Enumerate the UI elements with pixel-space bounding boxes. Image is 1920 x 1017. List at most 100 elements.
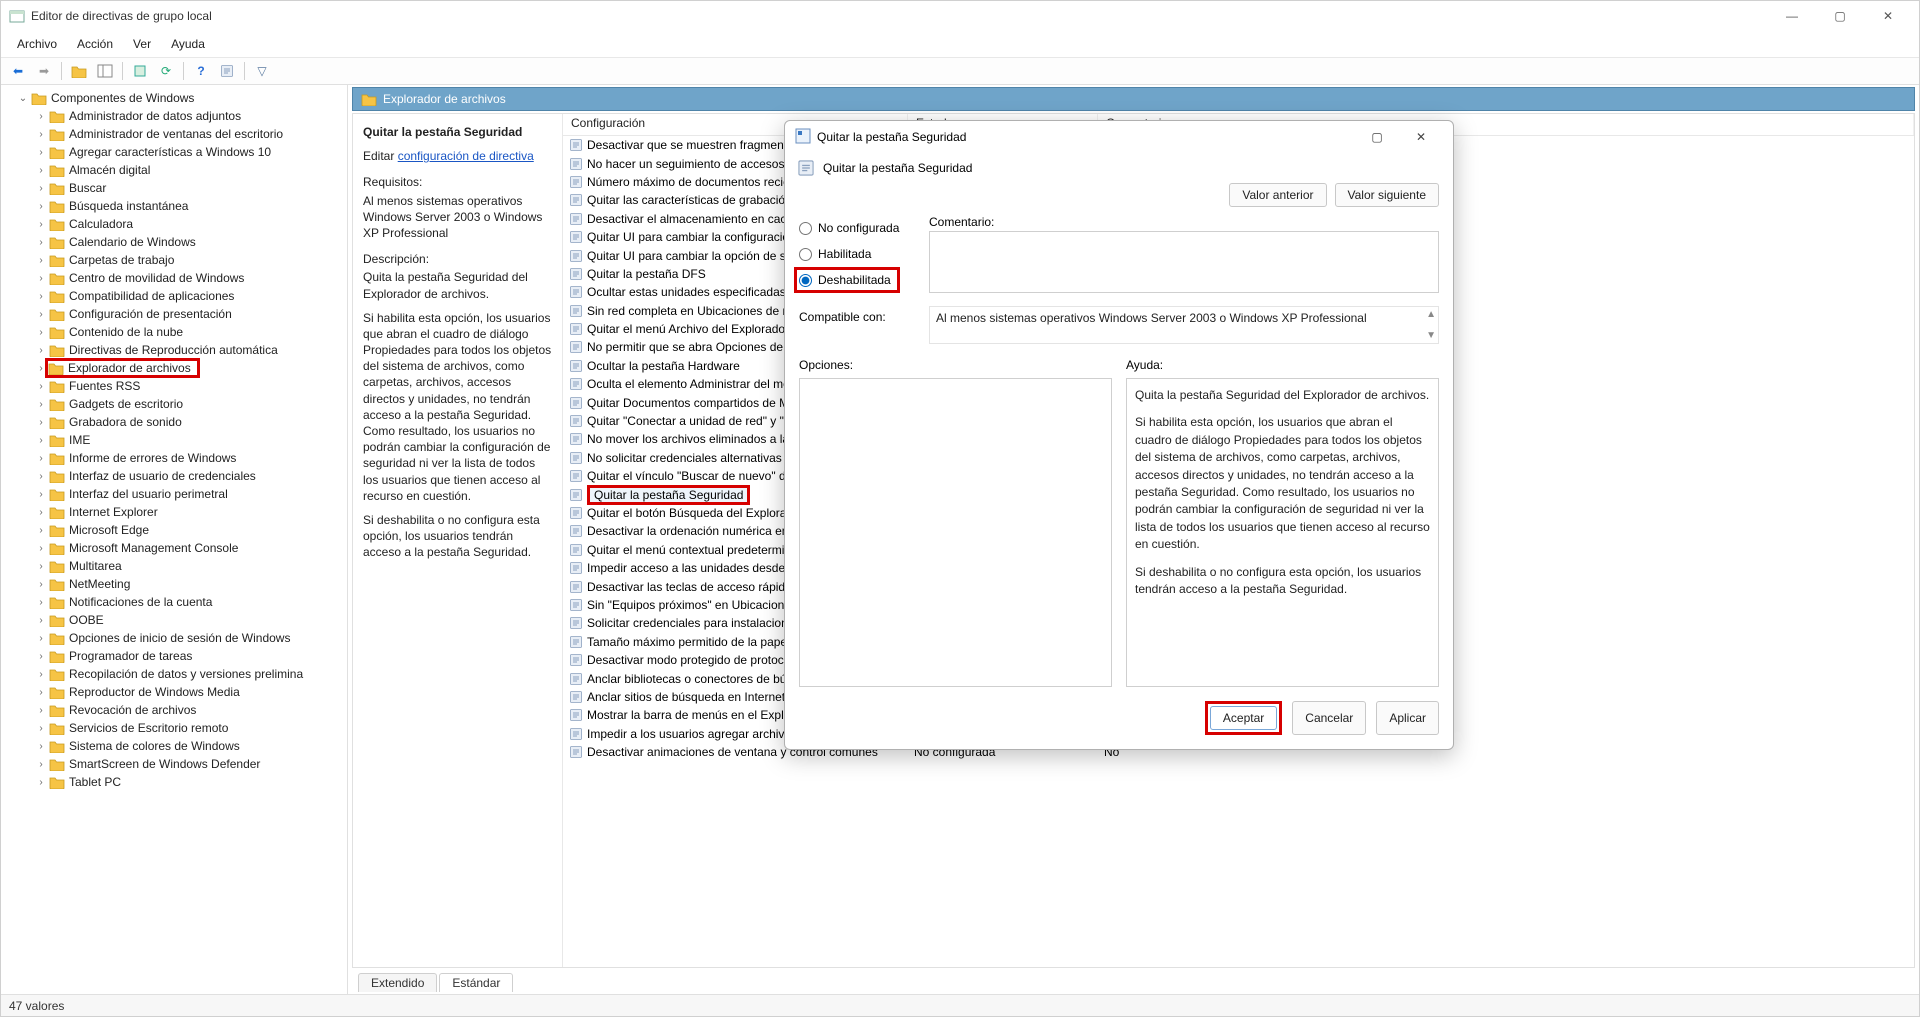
tree-item[interactable]: ›Búsqueda instantánea [1, 197, 347, 215]
expand-icon[interactable]: › [35, 543, 47, 554]
expand-icon[interactable]: › [35, 597, 47, 608]
radio-enabled[interactable]: Habilitada [799, 241, 909, 267]
expand-icon[interactable]: › [35, 525, 47, 536]
next-setting-button[interactable]: Valor siguiente [1335, 183, 1440, 207]
tree-item[interactable]: ›OOBE [1, 611, 347, 629]
expand-icon[interactable]: › [35, 741, 47, 752]
tree-item[interactable]: ›IME [1, 431, 347, 449]
expand-icon[interactable]: › [35, 651, 47, 662]
dialog-maximize-button[interactable]: ▢ [1355, 123, 1399, 151]
tab-standard[interactable]: Estándar [439, 973, 513, 992]
expand-icon[interactable]: › [35, 417, 47, 428]
tree-item[interactable]: ›Contenido de la nube [1, 323, 347, 341]
tree-root[interactable]: ⌄ Componentes de Windows [1, 89, 347, 107]
tree-item[interactable]: ›Internet Explorer [1, 503, 347, 521]
expand-icon[interactable]: › [35, 237, 47, 248]
menu-acción[interactable]: Acción [69, 35, 121, 53]
tree-item[interactable]: ›Interfaz de usuario de credenciales [1, 467, 347, 485]
tree-item[interactable]: ›Explorador de archivos [1, 359, 347, 377]
expand-icon[interactable]: › [35, 471, 47, 482]
menu-ver[interactable]: Ver [125, 35, 159, 53]
expand-icon[interactable]: › [35, 183, 47, 194]
expand-icon[interactable]: › [35, 345, 47, 356]
radio-not-configured[interactable]: No configurada [799, 215, 909, 241]
tree-item[interactable]: ›Programador de tareas [1, 647, 347, 665]
tree-item[interactable]: ›Recopilación de datos y versiones preli… [1, 665, 347, 683]
collapse-icon[interactable]: ⌄ [17, 93, 29, 104]
tree-item[interactable]: ›Fuentes RSS [1, 377, 347, 395]
cancel-button[interactable]: Cancelar [1292, 701, 1366, 735]
dialog-close-button[interactable]: ✕ [1399, 123, 1443, 151]
expand-icon[interactable]: › [35, 111, 47, 122]
tree-item[interactable]: ›Multitarea [1, 557, 347, 575]
expand-icon[interactable]: › [35, 669, 47, 680]
tree-item[interactable]: ›Microsoft Management Console [1, 539, 347, 557]
tree-item[interactable]: ›Informe de errores de Windows [1, 449, 347, 467]
expand-icon[interactable]: › [35, 255, 47, 266]
expand-icon[interactable]: › [35, 165, 47, 176]
tree-item[interactable]: ›Carpetas de trabajo [1, 251, 347, 269]
tree-item[interactable]: ›Centro de movilidad de Windows [1, 269, 347, 287]
refresh-button[interactable]: ⟳ [155, 60, 177, 82]
expand-icon[interactable]: › [35, 507, 47, 518]
expand-icon[interactable]: › [35, 489, 47, 500]
expand-icon[interactable]: › [35, 273, 47, 284]
expand-icon[interactable]: › [35, 147, 47, 158]
expand-icon[interactable]: › [35, 291, 47, 302]
minimize-button[interactable]: — [1769, 2, 1815, 30]
expand-icon[interactable]: › [35, 723, 47, 734]
tree-item[interactable]: ›Sistema de colores de Windows [1, 737, 347, 755]
expand-icon[interactable]: › [35, 453, 47, 464]
previous-setting-button[interactable]: Valor anterior [1229, 183, 1326, 207]
expand-icon[interactable]: › [35, 687, 47, 698]
expand-icon[interactable]: › [35, 309, 47, 320]
tree-item[interactable]: ›Calendario de Windows [1, 233, 347, 251]
help-button[interactable]: ? [190, 60, 212, 82]
expand-icon[interactable]: › [35, 615, 47, 626]
menu-archivo[interactable]: Archivo [9, 35, 65, 53]
expand-icon[interactable]: › [35, 759, 47, 770]
tree-item[interactable]: ›Microsoft Edge [1, 521, 347, 539]
tree-item[interactable]: ›Calculadora [1, 215, 347, 233]
export-button[interactable] [129, 60, 151, 82]
radio-disabled[interactable]: Deshabilitada [799, 273, 891, 287]
apply-button[interactable]: Aplicar [1376, 701, 1439, 735]
expand-icon[interactable]: › [35, 399, 47, 410]
expand-icon[interactable]: › [35, 381, 47, 392]
expand-icon[interactable]: › [35, 633, 47, 644]
tree-item[interactable]: ›Notificaciones de la cuenta [1, 593, 347, 611]
tree-item[interactable]: ›Administrador de ventanas del escritori… [1, 125, 347, 143]
tree-item[interactable]: ›Reproductor de Windows Media [1, 683, 347, 701]
expand-icon[interactable]: › [35, 579, 47, 590]
expand-icon[interactable]: › [35, 219, 47, 230]
tree-item[interactable]: ›Servicios de Escritorio remoto [1, 719, 347, 737]
expand-icon[interactable]: › [35, 561, 47, 572]
comment-textarea[interactable] [929, 231, 1439, 293]
up-button[interactable] [68, 60, 90, 82]
tree-item[interactable]: ›Buscar [1, 179, 347, 197]
menu-ayuda[interactable]: Ayuda [163, 35, 213, 53]
maximize-button[interactable]: ▢ [1817, 2, 1863, 30]
tree-item[interactable]: ›Gadgets de escritorio [1, 395, 347, 413]
expand-icon[interactable]: › [35, 327, 47, 338]
tree-item[interactable]: ›Tablet PC [1, 773, 347, 791]
ok-button[interactable]: Aceptar [1210, 706, 1277, 730]
tree-item[interactable]: ›Grabadora de sonido [1, 413, 347, 431]
tab-extended[interactable]: Extendido [358, 973, 437, 992]
scroll-up-icon[interactable]: ▲ [1426, 309, 1436, 320]
close-button[interactable]: ✕ [1865, 2, 1911, 30]
expand-icon[interactable]: › [35, 777, 47, 788]
properties-button[interactable] [216, 60, 238, 82]
tree-pane[interactable]: ⌄ Componentes de Windows ›Administrador … [1, 85, 348, 994]
show-hide-tree-button[interactable] [94, 60, 116, 82]
back-button[interactable]: ⬅ [7, 60, 29, 82]
expand-icon[interactable]: › [35, 201, 47, 212]
filter-button[interactable]: ▽ [251, 60, 273, 82]
edit-policy-link[interactable]: configuración de directiva [398, 149, 534, 163]
tree-item[interactable]: ›NetMeeting [1, 575, 347, 593]
tree-item[interactable]: ›Opciones de inicio de sesión de Windows [1, 629, 347, 647]
tree-item[interactable]: ›Compatibilidad de aplicaciones [1, 287, 347, 305]
tree-item[interactable]: ›Directivas de Reproducción automática [1, 341, 347, 359]
tree-item[interactable]: ›SmartScreen de Windows Defender [1, 755, 347, 773]
scroll-down-icon[interactable]: ▼ [1426, 330, 1436, 341]
